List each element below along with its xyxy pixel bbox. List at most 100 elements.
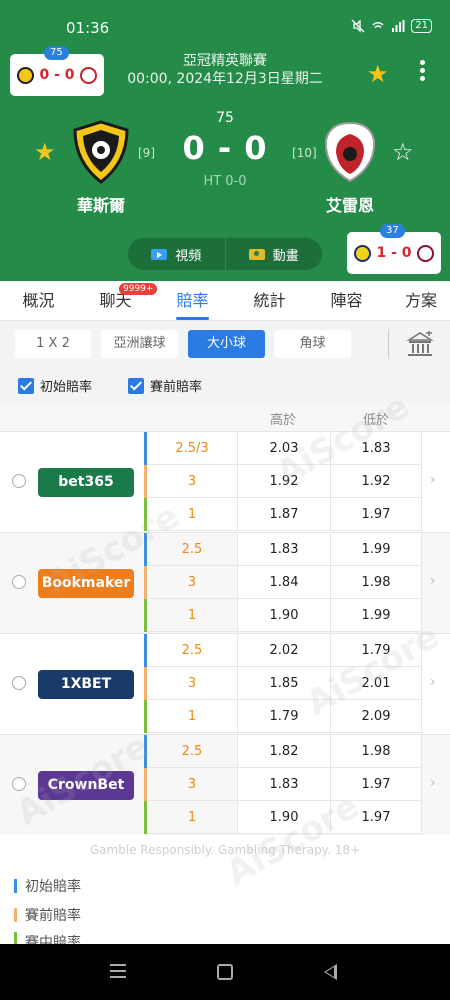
bookmaker-logo: 1XBET xyxy=(38,670,134,699)
chevron-right-icon[interactable]: › xyxy=(430,775,436,791)
more-options-icon[interactable] xyxy=(414,60,430,86)
filter-corners[interactable]: 角球 xyxy=(274,330,351,358)
bookmaker-row[interactable]: Bookmaker 2.5 1.83 1.99 3 1.84 1.98 1 1.90 1.99 › xyxy=(0,532,450,633)
odds-line-value: 1 xyxy=(147,700,237,733)
odds-over-value: 1.82 xyxy=(237,735,330,768)
filter-1x2[interactable]: 1 X 2 xyxy=(15,330,91,358)
legend-in-play: 賽中賠率 xyxy=(14,932,81,944)
tab-lineup-label: 陣容 xyxy=(330,291,363,310)
match-minute: 75 xyxy=(216,110,234,126)
odds-line-value: 1 xyxy=(147,801,237,834)
bookmaker-radio[interactable] xyxy=(12,676,26,690)
other-match-card[interactable]: 1 - 0 xyxy=(347,232,441,274)
odds-under-value: 1.98 xyxy=(330,566,422,599)
tab-stats[interactable]: 統計 xyxy=(231,281,308,320)
chevron-right-icon[interactable]: › xyxy=(430,472,436,488)
odds-row: 3 1.85 2.01 xyxy=(144,667,422,700)
bookmaker-row[interactable]: bet365 2.5/3 2.03 1.83 3 1.92 1.92 1 1.87 1.97 › xyxy=(0,431,450,532)
chevron-right-icon[interactable]: › xyxy=(430,674,436,690)
odds-row: 2.5 1.83 1.99 xyxy=(144,533,422,566)
tab-plans-label: 方案 xyxy=(405,291,438,310)
odds-row: 2.5 1.82 1.98 xyxy=(144,735,422,768)
video-label: 視頻 xyxy=(175,248,202,264)
other-home-logo xyxy=(354,244,372,262)
odds-over-value: 2.03 xyxy=(237,432,330,465)
odds-row: 3 1.84 1.98 xyxy=(144,566,422,599)
bookmaker-logo: bet365 xyxy=(38,468,134,497)
odds-under-value: 1.83 xyxy=(330,432,422,465)
other-away-logo xyxy=(416,244,434,262)
mini-score-badge: 75 xyxy=(44,46,69,60)
odds-under-value: 1.99 xyxy=(330,599,422,632)
odds-line-value: 3 xyxy=(147,566,237,599)
bookmaker-radio[interactable] xyxy=(12,575,26,589)
system-nav-bar xyxy=(0,944,450,1000)
bookmaker-radio[interactable] xyxy=(12,777,26,791)
odds-under-value: 1.97 xyxy=(330,801,422,834)
home-icon[interactable] xyxy=(217,964,233,980)
away-team-name[interactable]: 艾雷恩 xyxy=(300,192,400,216)
initial-odds-checkbox[interactable]: 初始賠率 xyxy=(18,376,92,395)
video-button[interactable]: 視頻 xyxy=(128,238,225,270)
bookmaker-logo: CrownBet xyxy=(38,771,134,800)
odds-under-value: 1.99 xyxy=(330,533,422,566)
odds-over-value: 1.92 xyxy=(237,465,330,498)
tab-stats-label: 統計 xyxy=(253,291,286,310)
bookmaker-logo: Bookmaker xyxy=(38,569,134,598)
odds-under-value: 1.92 xyxy=(330,465,422,498)
odds-under-value: 2.09 xyxy=(330,700,422,733)
odds-over-value: 1.84 xyxy=(237,566,330,599)
odds-row: 1 1.79 2.09 xyxy=(144,700,422,733)
odds-filter-bar: 1 X 2 亞洲讓球 大小球 角球 xyxy=(0,321,450,367)
initial-odds-label: 初始賠率 xyxy=(40,380,93,395)
bookmaker-row[interactable]: CrownBet 2.5 1.82 1.98 3 1.83 1.97 1 1.90 1.97 › xyxy=(0,734,450,835)
half-time-score: HT 0-0 xyxy=(203,174,247,189)
bookmaker-row[interactable]: 1XBET 2.5 2.02 1.79 3 1.85 2.01 1 1.79 2.09 › xyxy=(0,633,450,734)
home-rank: [9] xyxy=(138,146,155,160)
away-team-mini-logo xyxy=(79,66,97,84)
away-team-logo xyxy=(324,121,376,183)
tab-lineup[interactable]: 陣容 xyxy=(308,281,385,320)
tab-overview[interactable]: 概況 xyxy=(0,281,77,320)
odds-over-value: 2.02 xyxy=(237,634,330,667)
recent-apps-icon[interactable] xyxy=(110,964,126,978)
odds-row: 1 1.87 1.97 xyxy=(144,498,422,531)
tab-chat[interactable]: 聊天 9999+ xyxy=(77,281,158,320)
filter-asian-handicap[interactable]: 亞洲讓球 xyxy=(101,330,178,358)
home-favorite-star-icon[interactable]: ★ xyxy=(34,138,56,166)
legend-initial: 初始賠率 xyxy=(14,876,81,896)
mini-score-card[interactable]: 0 - 0 xyxy=(10,54,104,96)
tab-plans[interactable]: 方案🔥 xyxy=(385,281,450,350)
away-favorite-star-icon[interactable]: ☆ xyxy=(392,138,414,166)
back-icon[interactable] xyxy=(324,964,337,980)
chevron-right-icon[interactable]: › xyxy=(430,573,436,589)
odds-line-value: 2.5 xyxy=(147,533,237,566)
league-info: 亞冠精英聯賽 00:00, 2024年12月3日星期二 xyxy=(120,52,330,88)
video-icon xyxy=(151,248,168,260)
home-team-mini-logo xyxy=(17,66,35,84)
animation-button[interactable]: 動畫 xyxy=(224,238,323,270)
odds-under-value: 1.79 xyxy=(330,634,422,667)
odds-table-header: 高於 低於 xyxy=(0,403,450,431)
checkbox-icon xyxy=(18,377,34,394)
home-team-logo xyxy=(73,120,129,184)
away-rank: [10] xyxy=(292,146,317,160)
pre-match-odds-checkbox[interactable]: 賽前賠率 xyxy=(128,376,202,395)
legend-bar xyxy=(14,879,17,893)
bank-icon[interactable] xyxy=(406,331,434,357)
chat-count-badge: 9999+ xyxy=(119,283,158,295)
filter-divider xyxy=(388,329,389,359)
home-team-name[interactable]: 華斯爾 xyxy=(51,192,151,216)
legend-bar xyxy=(14,908,17,922)
other-match-score: 1 - 0 xyxy=(376,245,412,261)
favorite-match-star-icon[interactable]: ★ xyxy=(367,60,389,88)
bookmaker-radio[interactable] xyxy=(12,474,26,488)
odds-line-value: 1 xyxy=(147,498,237,531)
tab-odds[interactable]: 賠率 xyxy=(154,281,231,320)
odds-row: 2.5 2.02 1.79 xyxy=(144,634,422,667)
responsible-gambling-note: Gamble Responsibly. Gambling Therapy. 18… xyxy=(89,843,361,857)
filter-over-under[interactable]: 大小球 xyxy=(188,330,265,358)
odds-line-value: 3 xyxy=(147,768,237,801)
odds-over-value: 1.90 xyxy=(237,599,330,632)
animation-label: 動畫 xyxy=(272,248,299,264)
